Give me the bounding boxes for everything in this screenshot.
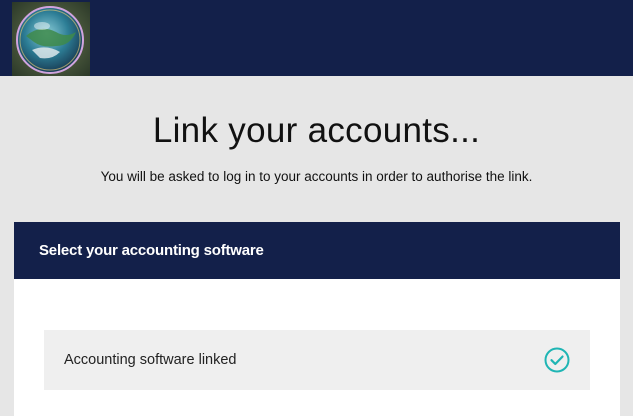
- page-title: Link your accounts...: [152, 111, 481, 150]
- page-subtitle: You will be asked to log in to your acco…: [100, 169, 533, 184]
- check-circle-icon: [544, 347, 570, 373]
- logo-image: [12, 2, 90, 76]
- panel-header: Select your accounting software: [14, 222, 620, 279]
- accounting-software-panel: Select your accounting software Accounti…: [14, 222, 620, 416]
- accounting-software-linked-option[interactable]: Accounting software linked: [44, 330, 590, 390]
- top-bar: [0, 0, 633, 76]
- linked-option-label: Accounting software linked: [64, 352, 237, 368]
- globe-bubble-logo[interactable]: [12, 2, 90, 76]
